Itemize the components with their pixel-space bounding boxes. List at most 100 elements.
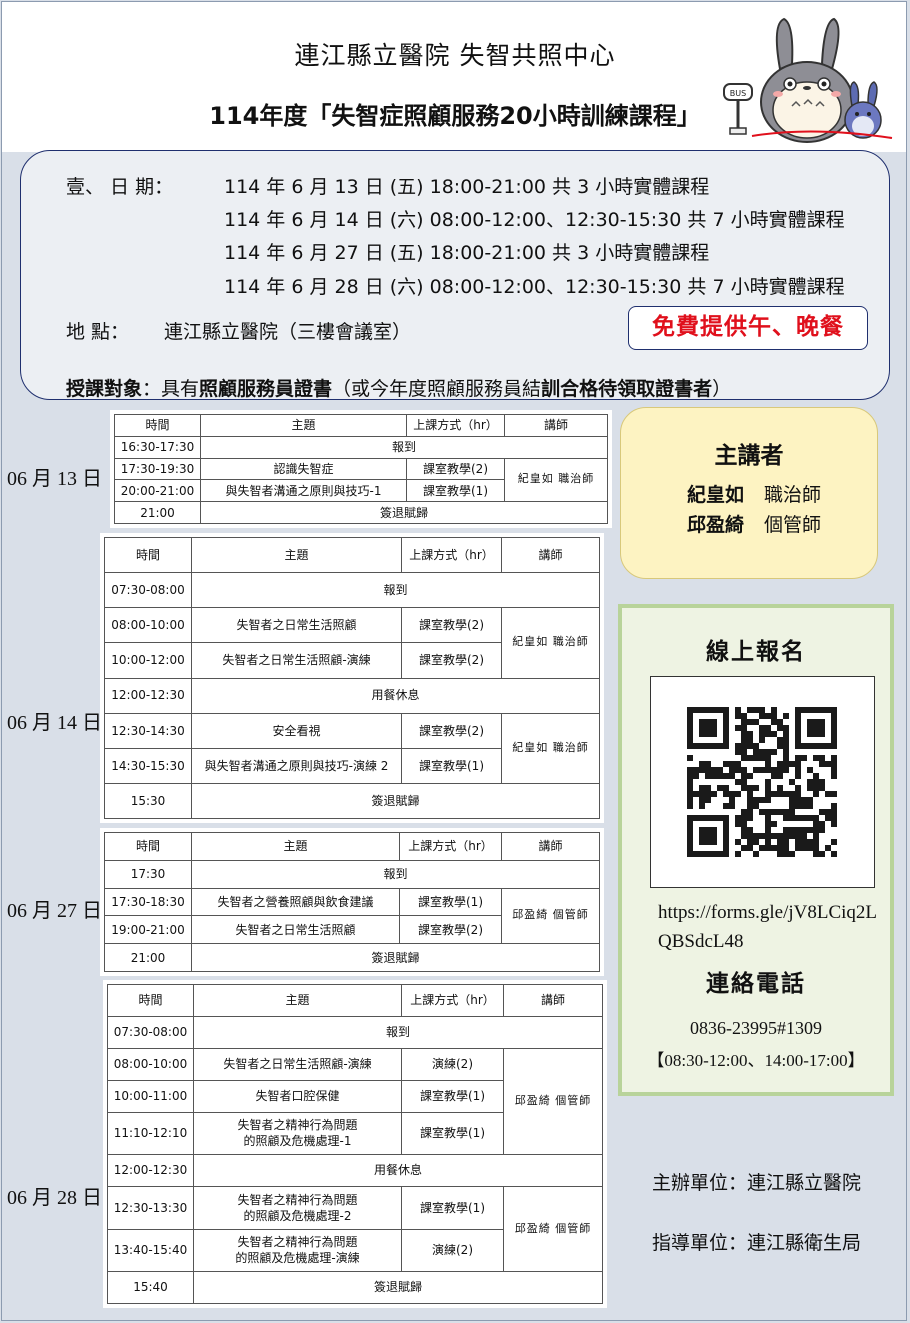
- row-topic: 失智者之日常生活照顧: [191, 607, 402, 644]
- qr-module: [819, 719, 825, 725]
- qr-module: [777, 785, 783, 791]
- phone-number: 0836-23995#1309: [690, 1018, 822, 1038]
- qr-module: [705, 791, 711, 797]
- qr-module: [705, 851, 711, 857]
- qr-module: [783, 851, 789, 857]
- row-time: 07:30-08:00: [104, 572, 192, 609]
- qr-module: [765, 797, 771, 803]
- qr-module: [777, 737, 783, 743]
- phone-hours: 【08:30-12:00、14:00-17:00】: [647, 1051, 865, 1070]
- qr-module: [813, 719, 819, 725]
- row-time: 16:30-17:30: [114, 435, 201, 459]
- qr-module: [747, 719, 753, 725]
- qr-module: [813, 851, 819, 857]
- row-time: 10:00-11:00: [107, 1079, 194, 1113]
- qr-module: [777, 809, 783, 815]
- qr-module: [699, 797, 705, 803]
- row-topic: 報到: [191, 859, 600, 889]
- qr-module: [831, 719, 837, 725]
- speaker-row: 紀皇如 職治師: [687, 480, 821, 507]
- qr-module: [831, 803, 837, 809]
- qr-module: [789, 851, 795, 857]
- qr-module: [783, 845, 789, 851]
- header-instructor: 講師: [504, 414, 608, 437]
- qr-module: [789, 809, 795, 815]
- qr-module: [795, 845, 801, 851]
- qr-module: [705, 827, 711, 833]
- qr-module: [765, 845, 771, 851]
- qr-module: [795, 737, 801, 743]
- qr-module: [813, 815, 819, 821]
- row-mode: 課室教學(1): [401, 1079, 504, 1113]
- qr-module: [735, 749, 741, 755]
- qr-module: [741, 719, 747, 725]
- qr-module: [771, 707, 777, 713]
- row-mode: 課室教學(2): [406, 457, 505, 481]
- row-topic: 失智者之日常生活照顧-演練: [191, 642, 402, 679]
- qr-module: [753, 833, 759, 839]
- qr-module: [717, 851, 723, 857]
- qr-module: [783, 749, 789, 755]
- qr-module: [819, 785, 825, 791]
- qr-code[interactable]: [650, 676, 875, 888]
- mascot-illustration: BUS: [723, 17, 893, 143]
- qr-module: [723, 815, 729, 821]
- qr-module: [819, 821, 825, 827]
- qr-module: [747, 845, 753, 851]
- qr-module: [693, 743, 699, 749]
- qr-module: [819, 809, 825, 815]
- row-topic: 失智者之營養照顧與飲食建議: [191, 887, 400, 917]
- qr-module: [687, 797, 693, 803]
- row-topic: 報到: [200, 435, 608, 459]
- qr-module: [705, 815, 711, 821]
- header-topic: 主題: [193, 984, 402, 1017]
- row-topic-line-2: 的照顧及危機處理-演練: [235, 1251, 360, 1266]
- schedule-table-0628: 時間 主題 上課方式（hr） 講師 07:30-08:00 報到 08:00-1…: [103, 980, 607, 1308]
- qr-module: [765, 779, 771, 785]
- row-topic: 失智者之精神行為問題 的照顧及危機處理-2: [193, 1185, 402, 1230]
- qr-module: [741, 845, 747, 851]
- qr-module: [771, 719, 777, 725]
- qr-module: [735, 779, 741, 785]
- row-instructor: 邱盈綺 個管師: [501, 887, 600, 945]
- qr-module: [723, 773, 729, 779]
- qr-module: [777, 833, 783, 839]
- qr-module: [699, 791, 705, 797]
- table-row: 17:30-19:30 認識失智症 課室教學(2) 紀皇如 職治師: [114, 457, 608, 503]
- qr-module: [699, 767, 705, 773]
- qr-module: [783, 731, 789, 737]
- qr-module: [783, 833, 789, 839]
- header-mode: 上課方式（hr）: [401, 536, 502, 574]
- date-line-2: 114 年 6 月 14 日 (六) 08:00-12:00、12:30-15:…: [224, 209, 845, 231]
- table-row: 07:30-08:00 報到: [107, 1015, 603, 1049]
- qr-module: [723, 731, 729, 737]
- qr-module: [699, 839, 705, 845]
- registration-url[interactable]: https://forms.gle/jV8LCiq2LQBSdcL48: [658, 898, 888, 956]
- qr-module: [741, 821, 747, 827]
- qr-module: [705, 761, 711, 767]
- row-time: 08:00-10:00: [107, 1047, 194, 1081]
- qr-module: [771, 767, 777, 773]
- qr-module: [723, 839, 729, 845]
- qr-module: [825, 743, 831, 749]
- qr-module: [807, 827, 813, 833]
- qr-module: [777, 845, 783, 851]
- qr-module: [729, 761, 735, 767]
- qr-module: [825, 761, 831, 767]
- row-instructor: 紀皇如 職治師: [501, 607, 600, 679]
- speaker-role: 個管師: [764, 514, 822, 536]
- row-topic-line-1: 失智者之精神行為問題: [237, 1118, 358, 1133]
- qr-module: [789, 791, 795, 797]
- qr-module: [717, 767, 723, 773]
- date-line-4: 114 年 6 月 28 日 (六) 08:00-12:00、12:30-15:…: [224, 276, 845, 298]
- row-time: 12:30-14:30: [104, 712, 192, 749]
- qr-module: [765, 731, 771, 737]
- qr-module: [825, 845, 831, 851]
- qr-module: [783, 713, 789, 719]
- qr-module: [711, 725, 717, 731]
- day-label-0627: 06 月 27 日: [7, 900, 102, 922]
- qr-module: [723, 713, 729, 719]
- qr-module: [789, 797, 795, 803]
- table-header-row: 時間 主題 上課方式（hr） 講師: [104, 536, 600, 574]
- qr-module: [747, 839, 753, 845]
